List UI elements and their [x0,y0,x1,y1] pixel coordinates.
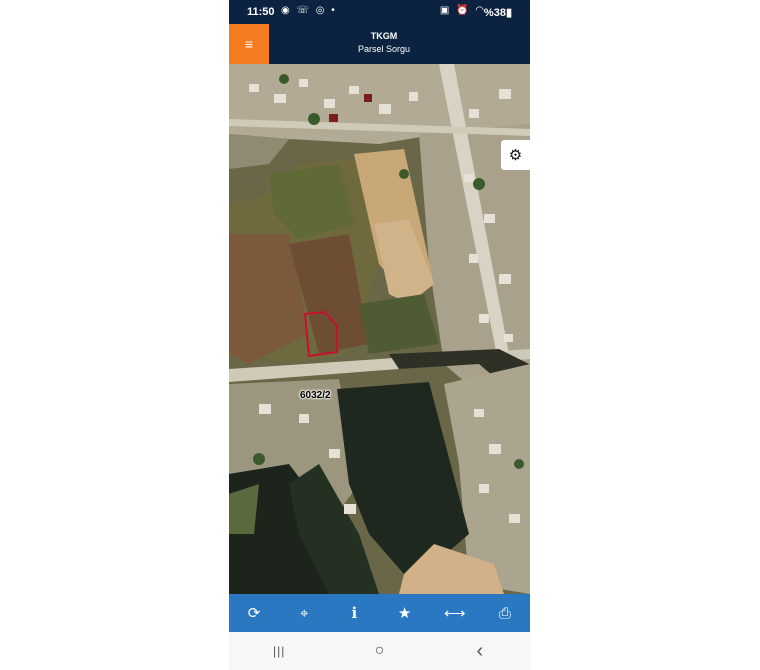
back-button[interactable]: ‹ [460,636,500,666]
system-status-icons: ▣ ⏰ ◠ [439,5,486,16]
android-navigation-bar: ||| ○ ‹ [229,632,530,670]
recent-apps-button[interactable]: ||| [259,636,299,666]
arrows-horizontal-icon: ⟷ [443,605,466,622]
home-icon: ○ [374,642,385,659]
status-time: 11:50 [247,6,275,18]
home-button[interactable]: ○ [359,636,399,666]
measure-button[interactable]: ⟷ [437,598,473,628]
map-imagery [229,64,530,594]
refresh-button[interactable]: ⟳ [236,598,272,628]
favorite-button[interactable]: ★ [387,598,423,628]
back-icon: ‹ [476,639,484,662]
recent-apps-icon: ||| [272,644,286,658]
map-settings-button[interactable]: ⚙ [501,140,530,170]
parcel-number-label: 6032/2 [300,390,331,401]
star-icon: ★ [397,605,412,622]
battery-indicator: %38▮ [483,7,512,19]
refresh-icon: ⟳ [247,605,261,622]
app-header: ≡ TKGM Parsel Sorgu [229,24,530,64]
info-icon: i [351,604,358,622]
status-bar: 11:50 ◉ ☏ ◎ • ▣ ⏰ ◠ %38▮ [229,0,530,24]
satellite-map[interactable]: ⚙ 6032/2 [229,64,530,594]
app-title: TKGM [370,31,398,41]
phone-screen: 11:50 ◉ ☏ ◎ • ▣ ⏰ ◠ %38▮ ≡ TKGM Parsel S… [229,0,530,670]
header-titles: TKGM Parsel Sorgu [269,29,499,56]
printer-icon: ⎙ [498,604,511,622]
gear-icon: ⚙ [508,147,523,164]
map-toolbar: ⟳ ⌖ i ★ ⟷ ⎙ [229,594,530,632]
info-button[interactable]: i [336,598,372,628]
app-subtitle: Parsel Sorgu [357,44,411,54]
print-button[interactable]: ⎙ [487,598,523,628]
locate-button[interactable]: ⌖ [286,598,322,628]
crosshair-icon: ⌖ [300,604,309,622]
hamburger-menu-button[interactable]: ≡ [229,24,269,64]
notification-icons: ◉ ☏ ◎ • [281,5,337,16]
menu-icon: ≡ [244,36,254,52]
